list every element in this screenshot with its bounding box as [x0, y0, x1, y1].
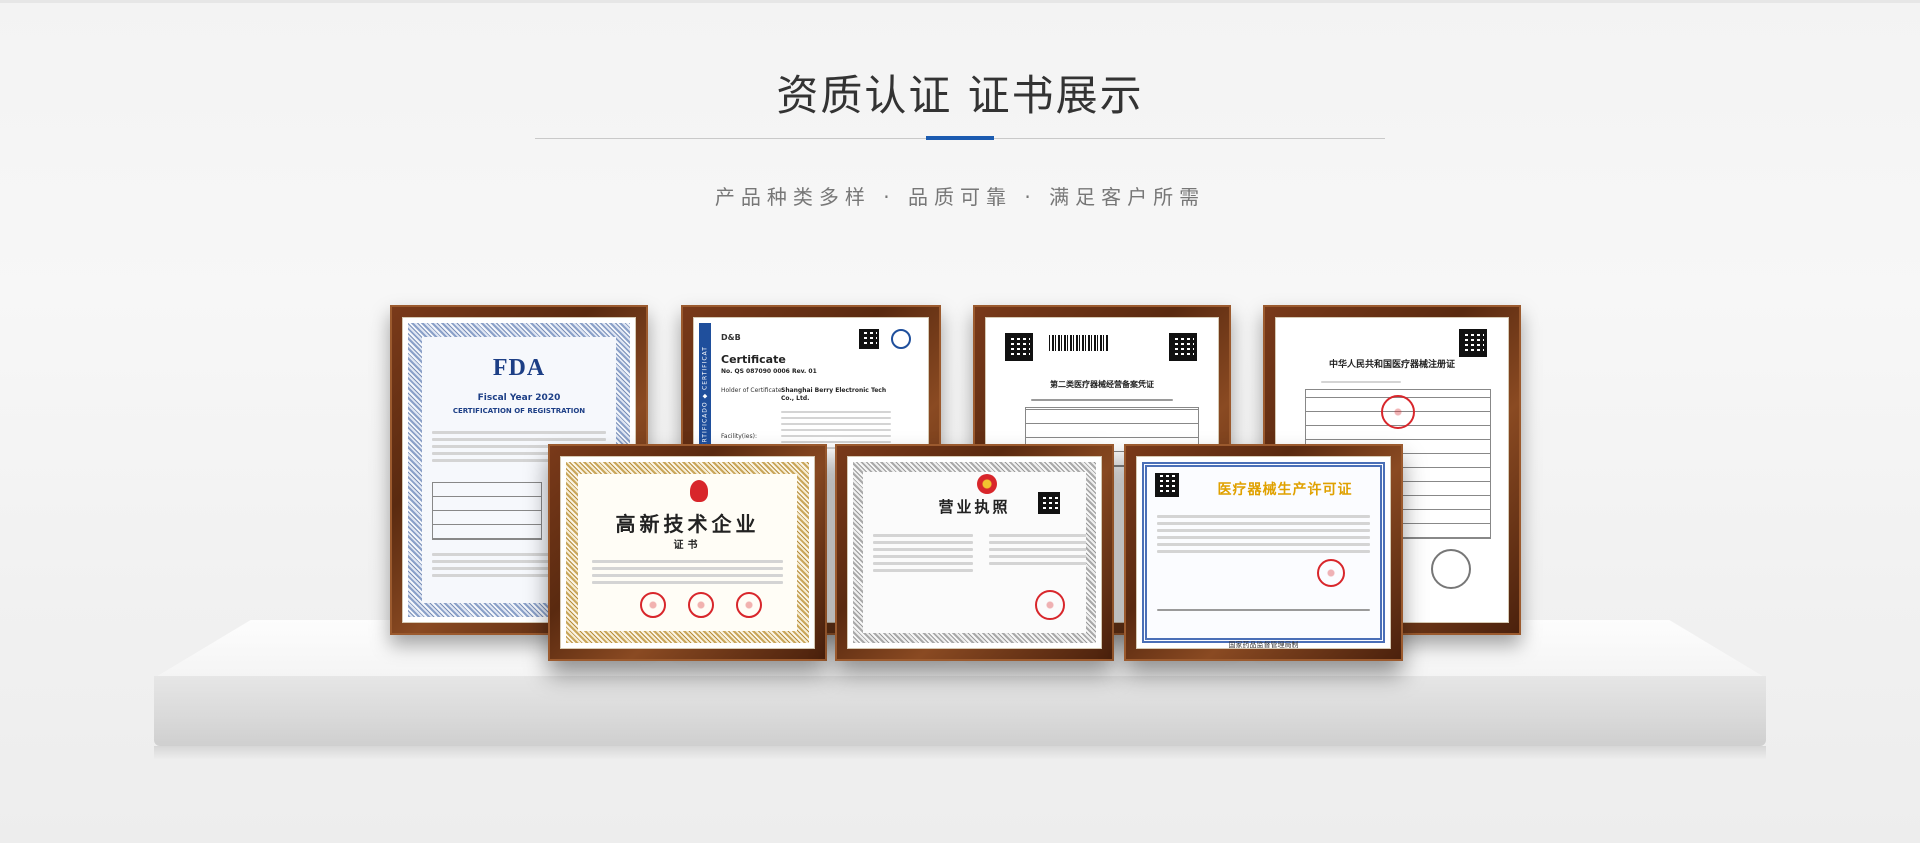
- dnb-accreditation-seal: [891, 329, 911, 349]
- high-tech-info-lines: [592, 556, 783, 588]
- dnb-number: No. QS 087090 0006 Rev. 01: [721, 368, 817, 375]
- display-stage-shadow: [154, 746, 1766, 760]
- nmpa-heading: 中华人民共和国医疗器械注册证: [1328, 360, 1455, 370]
- license-qr-code: [1038, 492, 1060, 514]
- dnb-holder-name: Shanghai Berry Electronic Tech Co., Ltd.: [781, 387, 887, 402]
- dnb-qr-code: [859, 329, 879, 349]
- fda-certification-title: CERTIFICATION OF REGISTRATION: [452, 407, 586, 415]
- production-red-seal: [1317, 559, 1345, 587]
- production-footer: 国家药品监督管理局制: [1228, 641, 1299, 649]
- production-info-lines: [1157, 511, 1370, 557]
- high-tech-emblem-icon: [690, 480, 708, 502]
- fda-product-table: [432, 482, 542, 540]
- certificate-frame-high-tech[interactable]: 高新技术企业 证书: [548, 444, 827, 661]
- high-tech-subtitle: 证书: [673, 540, 702, 551]
- dnb-heading: Certificate: [721, 353, 786, 366]
- page-subtitle: 产品种类多样 · 品质可靠 · 满足客户所需: [714, 185, 1206, 209]
- nmpa-number-line: [1321, 377, 1401, 387]
- nmpa-red-seal: [1381, 395, 1415, 429]
- production-title: 医疗器械生产许可证: [1217, 482, 1353, 498]
- high-tech-seal-1: [640, 592, 666, 618]
- nmpa-grey-stamp: [1431, 549, 1471, 589]
- certificate-paper-production-license: 医疗器械生产许可证: [1142, 462, 1385, 643]
- class2-qr-code-right: [1169, 333, 1197, 361]
- top-border-line: [0, 0, 1920, 3]
- license-national-emblem-icon: [977, 474, 997, 494]
- high-tech-seal-3: [736, 592, 762, 618]
- license-right-column: [989, 530, 1086, 569]
- certificate-frame-production-license[interactable]: 医疗器械生产许可证 国家药品监督管理局制: [1124, 444, 1403, 661]
- dnb-facility-label: Facility(ies):: [721, 433, 757, 440]
- fda-logo: FDA: [492, 355, 546, 381]
- page-title: 资质认证 证书展示: [776, 71, 1144, 120]
- fda-fiscal-year: Fiscal Year 2020: [477, 393, 561, 403]
- certificate-paper-high-tech: 高新技术企业 证书: [566, 462, 809, 643]
- nmpa-qr-code: [1459, 329, 1487, 357]
- certificate-mat: 营业执照: [847, 456, 1102, 649]
- class2-qr-code-left: [1005, 333, 1033, 361]
- title-divider-accent: [926, 136, 994, 140]
- dnb-holder-label: Holder of Certificate:: [721, 387, 784, 394]
- certificate-mat: 高新技术企业 证书: [560, 456, 815, 649]
- display-stage-front: [154, 676, 1766, 746]
- production-qr-code: [1155, 473, 1179, 497]
- production-date-line: [1157, 605, 1370, 615]
- high-tech-seal-2: [688, 592, 714, 618]
- class2-heading: 第二类医疗器械经营备案凭证: [1050, 380, 1154, 389]
- license-left-column: [873, 530, 973, 576]
- class2-subheading-line: [1031, 395, 1173, 405]
- license-red-seal: [1035, 590, 1065, 620]
- high-tech-title: 高新技术企业: [615, 512, 760, 536]
- certificate-paper-business-license: 营业执照: [853, 462, 1096, 643]
- class2-barcode: [1049, 335, 1109, 351]
- certificate-mat: 医疗器械生产许可证 国家药品监督管理局制: [1136, 456, 1391, 649]
- certificate-frame-business-license[interactable]: 营业执照: [835, 444, 1114, 661]
- dnb-brand-logo: D&B: [721, 333, 741, 342]
